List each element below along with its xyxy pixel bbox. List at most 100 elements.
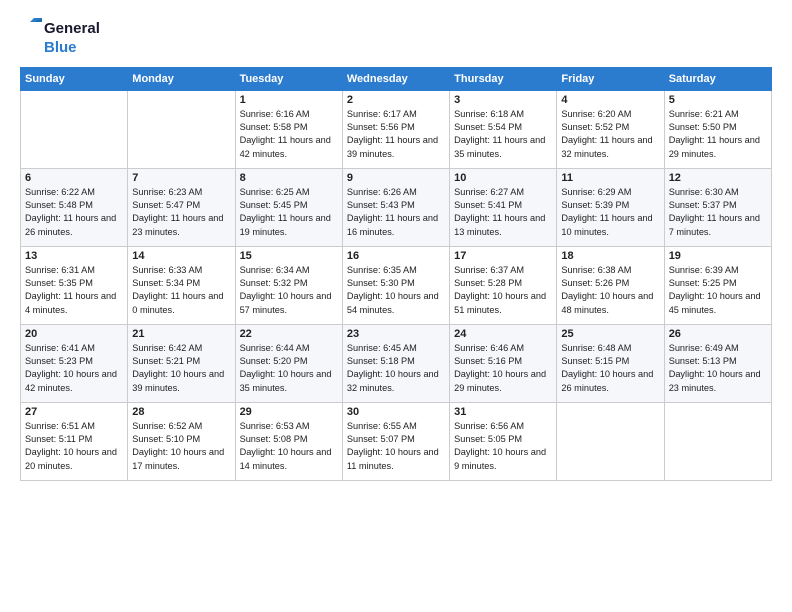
col-header-friday: Friday [557,67,664,90]
calendar-cell: 28 Sunrise: 6:52 AM Sunset: 5:10 PM Dayli… [128,402,235,480]
col-header-wednesday: Wednesday [342,67,449,90]
calendar-cell: 24 Sunrise: 6:46 AM Sunset: 5:16 PM Dayli… [450,324,557,402]
cell-content: Sunrise: 6:46 AM Sunset: 5:16 PM Dayligh… [454,342,552,395]
day-number: 9 [347,172,445,184]
calendar-cell: 23 Sunrise: 6:45 AM Sunset: 5:18 PM Dayli… [342,324,449,402]
week-row-2: 6Sunrise: 6:22 AM Sunset: 5:48 PM Daylig… [21,168,772,246]
calendar-cell: 15Sunrise: 6:34 AM Sunset: 5:32 PM Dayli… [235,246,342,324]
day-number: 10 [454,172,552,184]
day-number: 23 [347,328,445,340]
calendar-cell: 19 Sunrise: 6:39 AM Sunset: 5:25 PM Dayli… [664,246,771,324]
day-number: 27 [25,406,123,418]
calendar-cell: 9 Sunrise: 6:26 AM Sunset: 5:43 PM Daylig… [342,168,449,246]
cell-content: Sunrise: 6:29 AM Sunset: 5:39 PM Dayligh… [561,186,659,239]
calendar-cell: 27 Sunrise: 6:51 AM Sunset: 5:11 PM Dayli… [21,402,128,480]
cell-content: Sunrise: 6:45 AM Sunset: 5:18 PM Dayligh… [347,342,445,395]
calendar-cell [128,90,235,168]
header-row: SundayMondayTuesdayWednesdayThursdayFrid… [21,67,772,90]
cell-content: Sunrise: 6:25 AM Sunset: 5:45 PM Dayligh… [240,186,338,239]
cell-content: Sunrise: 6:20 AM Sunset: 5:52 PM Dayligh… [561,108,659,161]
day-number: 25 [561,328,659,340]
calendar-cell [557,402,664,480]
cell-content: Sunrise: 6:51 AM Sunset: 5:11 PM Dayligh… [25,420,123,473]
logo-general: General [44,21,100,38]
col-header-saturday: Saturday [664,67,771,90]
calendar-cell: 16 Sunrise: 6:35 AM Sunset: 5:30 PM Dayli… [342,246,449,324]
cell-content: Sunrise: 6:21 AM Sunset: 5:50 PM Dayligh… [669,108,767,161]
cell-content: Sunrise: 6:18 AM Sunset: 5:54 PM Dayligh… [454,108,552,161]
calendar-cell: 20 Sunrise: 6:41 AM Sunset: 5:23 PM Dayli… [21,324,128,402]
day-number: 28 [132,406,230,418]
day-number: 31 [454,406,552,418]
logo-blue: Blue [44,40,77,57]
day-number: 6 [25,172,123,184]
calendar-cell: 5 Sunrise: 6:21 AM Sunset: 5:50 PM Daylig… [664,90,771,168]
logo: General Blue [20,18,100,57]
cell-content: Sunrise: 6:44 AM Sunset: 5:20 PM Dayligh… [240,342,338,395]
calendar-cell: 21 Sunrise: 6:42 AM Sunset: 5:21 PM Dayli… [128,324,235,402]
calendar-cell: 25 Sunrise: 6:48 AM Sunset: 5:15 PM Dayli… [557,324,664,402]
cell-content: Sunrise: 6:41 AM Sunset: 5:23 PM Dayligh… [25,342,123,395]
calendar-cell: 1Sunrise: 6:16 AM Sunset: 5:58 PM Daylig… [235,90,342,168]
day-number: 11 [561,172,659,184]
calendar-cell: 22Sunrise: 6:44 AM Sunset: 5:20 PM Dayli… [235,324,342,402]
day-number: 8 [240,172,338,184]
day-number: 17 [454,250,552,262]
week-row-3: 13Sunrise: 6:31 AM Sunset: 5:35 PM Dayli… [21,246,772,324]
cell-content: Sunrise: 6:52 AM Sunset: 5:10 PM Dayligh… [132,420,230,473]
cell-content: Sunrise: 6:55 AM Sunset: 5:07 PM Dayligh… [347,420,445,473]
week-row-5: 27 Sunrise: 6:51 AM Sunset: 5:11 PM Dayli… [21,402,772,480]
calendar-cell: 18Sunrise: 6:38 AM Sunset: 5:26 PM Dayli… [557,246,664,324]
day-number: 21 [132,328,230,340]
calendar-cell [664,402,771,480]
col-header-tuesday: Tuesday [235,67,342,90]
day-number: 29 [240,406,338,418]
col-header-sunday: Sunday [21,67,128,90]
calendar-cell: 26 Sunrise: 6:49 AM Sunset: 5:13 PM Dayli… [664,324,771,402]
calendar-cell: 7 Sunrise: 6:23 AM Sunset: 5:47 PM Daylig… [128,168,235,246]
col-header-thursday: Thursday [450,67,557,90]
cell-content: Sunrise: 6:30 AM Sunset: 5:37 PM Dayligh… [669,186,767,239]
day-number: 16 [347,250,445,262]
calendar-table: SundayMondayTuesdayWednesdayThursdayFrid… [20,67,772,481]
calendar-cell: 4 Sunrise: 6:20 AM Sunset: 5:52 PM Daylig… [557,90,664,168]
cell-content: Sunrise: 6:35 AM Sunset: 5:30 PM Dayligh… [347,264,445,317]
week-row-1: 1Sunrise: 6:16 AM Sunset: 5:58 PM Daylig… [21,90,772,168]
day-number: 19 [669,250,767,262]
day-number: 26 [669,328,767,340]
day-number: 7 [132,172,230,184]
week-row-4: 20 Sunrise: 6:41 AM Sunset: 5:23 PM Dayli… [21,324,772,402]
day-number: 12 [669,172,767,184]
day-number: 24 [454,328,552,340]
day-number: 30 [347,406,445,418]
calendar-cell: 14Sunrise: 6:33 AM Sunset: 5:34 PM Dayli… [128,246,235,324]
calendar-cell: 2Sunrise: 6:17 AM Sunset: 5:56 PM Daylig… [342,90,449,168]
calendar-cell: 17 Sunrise: 6:37 AM Sunset: 5:28 PM Dayli… [450,246,557,324]
header: General Blue [20,18,772,57]
calendar-cell: 11 Sunrise: 6:29 AM Sunset: 5:39 PM Dayli… [557,168,664,246]
cell-content: Sunrise: 6:37 AM Sunset: 5:28 PM Dayligh… [454,264,552,317]
day-number: 5 [669,94,767,106]
calendar-cell: 10 Sunrise: 6:27 AM Sunset: 5:41 PM Dayli… [450,168,557,246]
calendar-cell: 3 Sunrise: 6:18 AM Sunset: 5:54 PM Daylig… [450,90,557,168]
day-number: 4 [561,94,659,106]
calendar-cell: 13Sunrise: 6:31 AM Sunset: 5:35 PM Dayli… [21,246,128,324]
cell-content: Sunrise: 6:53 AM Sunset: 5:08 PM Dayligh… [240,420,338,473]
cell-content: Sunrise: 6:17 AM Sunset: 5:56 PM Dayligh… [347,108,445,161]
cell-content: Sunrise: 6:39 AM Sunset: 5:25 PM Dayligh… [669,264,767,317]
cell-content: Sunrise: 6:23 AM Sunset: 5:47 PM Dayligh… [132,186,230,239]
day-number: 20 [25,328,123,340]
day-number: 13 [25,250,123,262]
cell-content: Sunrise: 6:42 AM Sunset: 5:21 PM Dayligh… [132,342,230,395]
cell-content: Sunrise: 6:38 AM Sunset: 5:26 PM Dayligh… [561,264,659,317]
calendar-cell: 31Sunrise: 6:56 AM Sunset: 5:05 PM Dayli… [450,402,557,480]
cell-content: Sunrise: 6:16 AM Sunset: 5:58 PM Dayligh… [240,108,338,161]
cell-content: Sunrise: 6:27 AM Sunset: 5:41 PM Dayligh… [454,186,552,239]
cell-content: Sunrise: 6:48 AM Sunset: 5:15 PM Dayligh… [561,342,659,395]
cell-content: Sunrise: 6:26 AM Sunset: 5:43 PM Dayligh… [347,186,445,239]
cell-content: Sunrise: 6:49 AM Sunset: 5:13 PM Dayligh… [669,342,767,395]
calendar-cell [21,90,128,168]
day-number: 15 [240,250,338,262]
calendar-cell: 6Sunrise: 6:22 AM Sunset: 5:48 PM Daylig… [21,168,128,246]
day-number: 3 [454,94,552,106]
